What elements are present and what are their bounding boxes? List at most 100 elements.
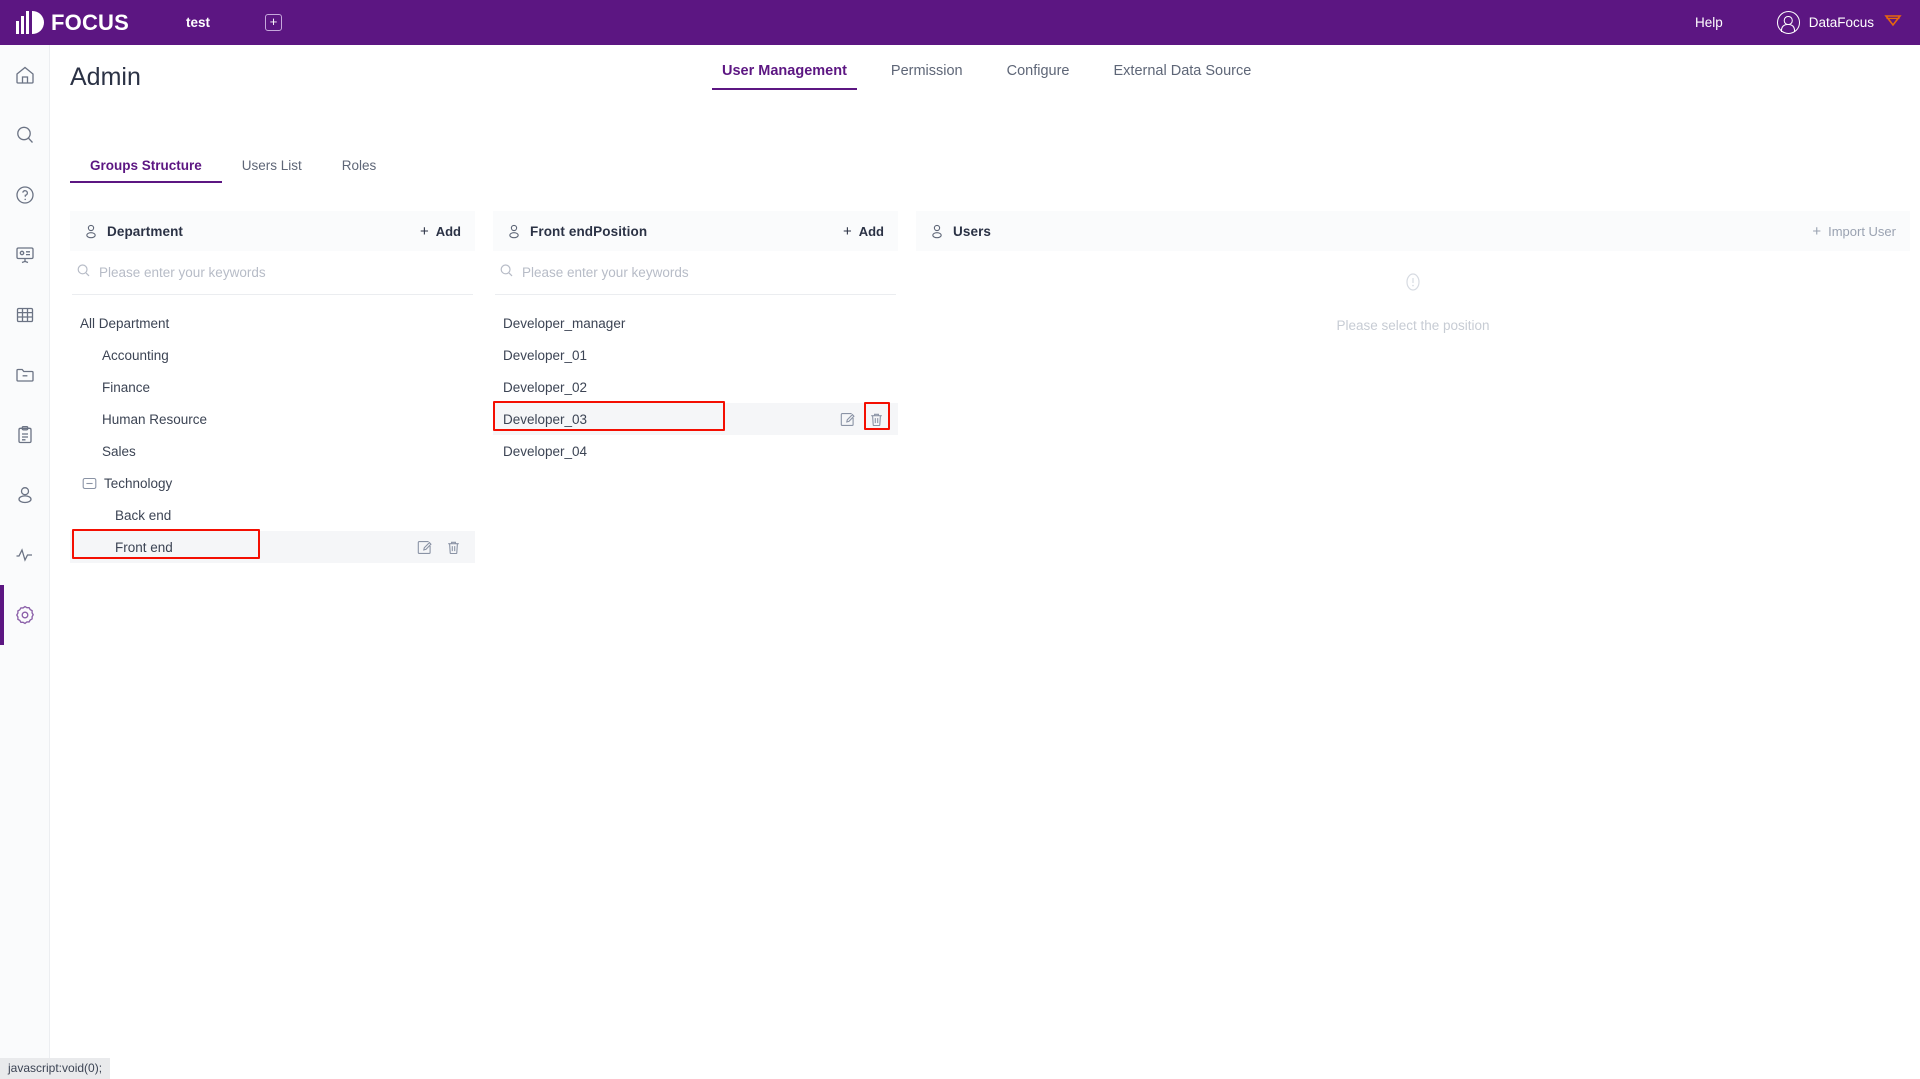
tab-groups-structure[interactable]: Groups Structure: [70, 150, 222, 183]
tab-external-data-source[interactable]: External Data Source: [1092, 53, 1274, 90]
department-panel-title: Department: [107, 223, 184, 239]
list-item-developer-03[interactable]: Developer_03: [493, 401, 898, 435]
clipboard-icon: [14, 424, 36, 446]
question-circle-icon: [14, 184, 36, 206]
trash-icon[interactable]: [446, 540, 461, 555]
tree-row-label: Front end: [115, 539, 173, 555]
department-add-label: Add: [435, 223, 461, 239]
primary-nav-tabs: User Management Permission Configure Ext…: [700, 53, 1273, 90]
sidebar-item-tasks[interactable]: [0, 405, 50, 465]
tree-row-all-department[interactable]: All Department: [70, 307, 475, 339]
grid-table-icon: [14, 304, 36, 326]
tree-row-front-end[interactable]: Front end: [70, 529, 475, 563]
plus-icon: +: [842, 222, 852, 240]
sidebar-item-help[interactable]: [0, 165, 50, 225]
status-bar: javascript:void(0);: [0, 1058, 111, 1079]
tree-row-technology[interactable]: Technology: [70, 467, 475, 499]
tree-row-accounting[interactable]: Accounting: [70, 339, 475, 371]
sidebar-item-monitor[interactable]: [0, 525, 50, 585]
search-icon: [499, 263, 514, 283]
users-empty-text: Please select the position: [1336, 318, 1490, 333]
tab-roles[interactable]: Roles: [322, 150, 397, 183]
tab-permission[interactable]: Permission: [869, 53, 985, 90]
plus-icon: +: [1812, 222, 1822, 240]
tree-row-label: Back end: [115, 507, 172, 523]
department-panel-header: Department + Add: [70, 211, 475, 251]
search-icon: [76, 263, 91, 283]
department-search-input[interactable]: [99, 265, 399, 280]
department-add-button[interactable]: + Add: [420, 224, 461, 239]
sidebar-item-settings[interactable]: [0, 585, 50, 645]
header-right-group: Help DataFocus: [1695, 11, 1902, 34]
list-item-developer-01[interactable]: Developer_01: [493, 339, 898, 371]
user-menu[interactable]: DataFocus: [1776, 11, 1902, 34]
list-item-actions: [840, 412, 884, 427]
user-name-label: DataFocus: [1808, 15, 1874, 30]
tree-row-actions: [417, 540, 461, 555]
users-panel: Users + Import User Please select the po…: [916, 211, 1910, 1051]
edit-pencil-icon[interactable]: [417, 540, 432, 555]
help-link[interactable]: Help: [1695, 15, 1723, 30]
tree-row-finance[interactable]: Finance: [70, 371, 475, 403]
user-outline-icon: [930, 224, 944, 239]
tree-row-sales[interactable]: Sales: [70, 435, 475, 467]
collapse-minus-icon[interactable]: [82, 476, 97, 491]
position-add-label: Add: [858, 223, 884, 239]
sidebar-item-search[interactable]: [0, 105, 50, 165]
sidebar-item-folder[interactable]: [0, 345, 50, 405]
department-panel: Department + Add All Department: [70, 211, 475, 1051]
list-item-developer-02[interactable]: Developer_02: [493, 371, 898, 403]
panels-container: Department + Add All Department: [70, 211, 1910, 1051]
tab-user-management[interactable]: User Management: [700, 53, 869, 90]
avatar: [1776, 11, 1800, 34]
position-search-row[interactable]: [495, 251, 896, 295]
position-panel-header: Front endPosition + Add: [493, 211, 898, 251]
info-circle-icon: [1402, 271, 1424, 298]
edit-pencil-icon[interactable]: [840, 412, 855, 427]
page-title: Admin: [70, 63, 141, 91]
user-outline-icon: [84, 224, 98, 239]
tree-row-label: Sales: [102, 443, 136, 459]
brand-name: FOCUS: [51, 9, 129, 35]
users-panel-title: Users: [953, 223, 992, 239]
list-item-developer-manager[interactable]: Developer_manager: [493, 307, 898, 339]
import-user-button[interactable]: + Import User: [1812, 224, 1896, 239]
add-tab-button[interactable]: +: [265, 14, 283, 31]
home-icon: [14, 64, 36, 86]
main-content: Admin User Management Permission Configu…: [50, 45, 1920, 1079]
plus-icon: +: [419, 222, 429, 240]
position-panel: Front endPosition + Add Developer_manage…: [493, 211, 898, 1051]
focus-logo-icon: [16, 11, 44, 34]
tree-row-label: All Department: [80, 315, 170, 331]
sidebar-item-board[interactable]: [0, 225, 50, 285]
crown-badge-icon: [1884, 13, 1902, 33]
tree-row-label: Finance: [102, 379, 151, 395]
activity-pulse-icon: [14, 544, 36, 566]
users-empty-state: Please select the position: [916, 271, 1910, 333]
secondary-tabs: Groups Structure Users List Roles: [70, 150, 396, 183]
tab-users-list[interactable]: Users List: [222, 150, 322, 183]
user-icon: [14, 484, 36, 506]
tree-row-label: Human Resource: [102, 411, 208, 427]
users-panel-header: Users + Import User: [916, 211, 1910, 251]
tree-row-human-resource[interactable]: Human Resource: [70, 403, 475, 435]
sidebar-item-home[interactable]: [0, 45, 50, 105]
workspace-tab-test[interactable]: test: [186, 15, 210, 30]
tree-row-back-end[interactable]: Back end: [70, 499, 475, 531]
sidebar-item-table[interactable]: [0, 285, 50, 345]
list-item-label: Developer_01: [503, 347, 588, 363]
position-search-input[interactable]: [522, 265, 822, 280]
position-add-button[interactable]: + Add: [843, 224, 884, 239]
user-outline-icon: [507, 224, 521, 239]
tree-row-label: Technology: [104, 475, 173, 491]
list-item-label: Developer_02: [503, 379, 588, 395]
department-search-row[interactable]: [72, 251, 473, 295]
trash-icon[interactable]: [869, 412, 884, 427]
list-item-label: Developer_03: [503, 411, 588, 427]
tree-row-label: Accounting: [102, 347, 169, 363]
sidebar-item-profile[interactable]: [0, 465, 50, 525]
gear-icon: [14, 604, 36, 626]
tab-configure[interactable]: Configure: [985, 53, 1092, 90]
list-item-developer-04[interactable]: Developer_04: [493, 435, 898, 467]
brand-logo[interactable]: FOCUS: [16, 11, 148, 34]
